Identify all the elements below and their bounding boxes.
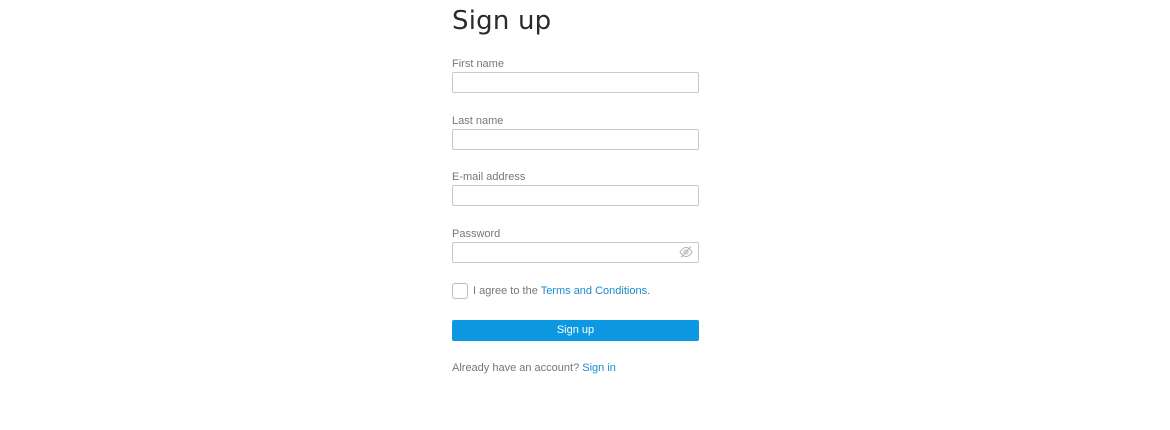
sign-up-button[interactable]: Sign up: [452, 320, 699, 341]
first-name-field[interactable]: [452, 72, 699, 93]
last-name-field[interactable]: [452, 129, 699, 150]
email-label: E-mail address: [452, 171, 526, 183]
first-name-label: First name: [452, 58, 504, 70]
email-field[interactable]: [452, 185, 699, 206]
password-label: Password: [452, 228, 501, 240]
terms-suffix: .: [647, 285, 651, 297]
terms-agreement: I agree to the Terms and Conditions.: [473, 284, 650, 298]
password-wrapper: [452, 242, 699, 263]
password-field[interactable]: [452, 242, 699, 263]
signin-prompt: Already have an account?: [452, 362, 583, 374]
terms-checkbox[interactable]: [452, 283, 468, 299]
terms-prefix: I agree to the: [473, 285, 541, 297]
sign-in-link[interactable]: Sign in: [582, 362, 616, 374]
signin-prompt-line: Already have an account? Sign in: [452, 361, 616, 375]
last-name-label: Last name: [452, 115, 504, 127]
page-title: Sign up: [452, 6, 552, 36]
eye-slash-icon[interactable]: [679, 245, 693, 259]
terms-link[interactable]: Terms and Conditions: [541, 285, 647, 297]
